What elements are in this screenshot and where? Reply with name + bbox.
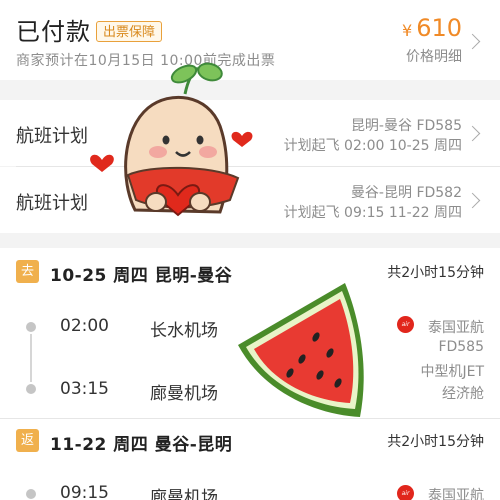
- arrive-airport: 廊曼机场: [150, 384, 218, 404]
- airasia-logo-icon: air: [397, 316, 414, 333]
- price-detail-link[interactable]: 价格明细: [406, 46, 462, 66]
- depart-time: 02:00: [60, 316, 109, 336]
- arrive-dot-icon: [26, 384, 36, 394]
- price-amount: 610: [416, 14, 462, 42]
- ticket-guarantee-badge[interactable]: 出票保障: [96, 21, 163, 42]
- depart-dot-icon: [26, 322, 36, 332]
- flight-plan-label: 航班计划: [16, 193, 88, 214]
- chevron-right-icon[interactable]: [464, 125, 481, 142]
- leg-title: 10-25 周四 昆明-曼谷: [50, 266, 233, 286]
- leg-duration: 共2小时15分钟: [387, 265, 484, 281]
- flight-plan-time: 计划起飞 02:00 10-25 周四: [283, 138, 462, 154]
- aircraft-type: 中型机JET: [420, 364, 484, 380]
- depart-airport: 长水机场: [150, 321, 218, 341]
- depart-airport: 廊曼机场: [150, 488, 218, 500]
- flight-plan-time: 计划起飞 09:15 11-22 周四: [283, 205, 462, 221]
- airline-name: 泰国亚航: [428, 488, 484, 500]
- currency-symbol: ¥: [402, 21, 413, 40]
- airline-name: 泰国亚航: [428, 320, 484, 336]
- chevron-right-icon[interactable]: [464, 33, 481, 50]
- chevron-right-icon[interactable]: [464, 192, 481, 209]
- depart-dot-icon: [26, 489, 36, 499]
- total-price: ¥610: [402, 14, 462, 42]
- return-tag: 返: [16, 429, 39, 452]
- flight-plan-route: 昆明-曼谷 FD585: [350, 118, 462, 134]
- leg-duration: 共2小时15分钟: [387, 434, 484, 450]
- mascot-sticker: [90, 62, 253, 217]
- arrive-time: 03:15: [60, 379, 109, 399]
- cabin-class: 经济舱: [442, 386, 484, 402]
- order-status: 已付款: [16, 18, 91, 46]
- depart-time: 09:15: [60, 483, 109, 500]
- return-leg: 返 11-22 周四 曼谷-昆明 共2小时15分钟 09:15 廊曼机场 air…: [0, 419, 500, 500]
- airasia-logo-icon: air: [397, 485, 414, 500]
- watermelon-sticker: [238, 283, 364, 417]
- flight-plan-route: 曼谷-昆明 FD582: [350, 185, 462, 201]
- flight-number: FD585: [438, 339, 484, 355]
- flight-plan-label: 航班计划: [16, 126, 88, 147]
- route-line: [30, 334, 32, 382]
- outbound-tag: 去: [16, 260, 39, 283]
- leg-title: 11-22 周四 曼谷-昆明: [50, 435, 233, 455]
